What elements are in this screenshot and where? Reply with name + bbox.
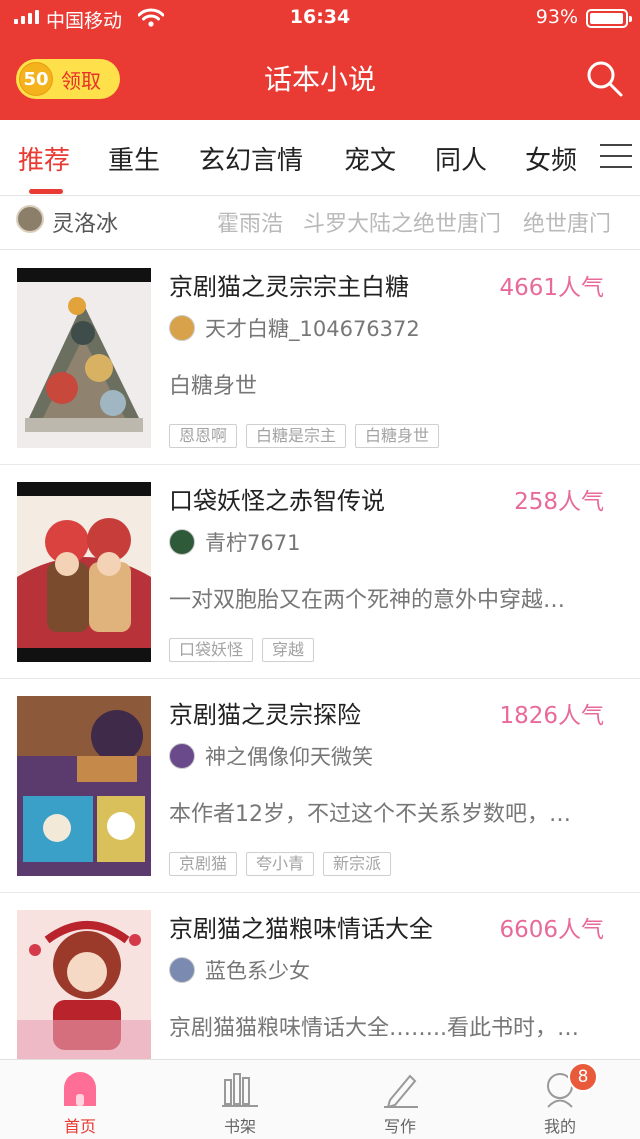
app-title: 话本小说: [263, 63, 376, 96]
tab-rebirth[interactable]: 重生: [108, 140, 160, 177]
pen-icon: [384, 1074, 418, 1108]
popularity-count: 1826人气: [499, 703, 604, 729]
popularity-count: 258人气: [514, 489, 604, 515]
nav-bookshelf-label: 书架: [223, 1117, 256, 1136]
book-author[interactable]: 神之偶像仰天微笑: [205, 741, 373, 771]
popularity-count: 6606人气: [499, 917, 604, 943]
tag[interactable]: 白糖是宗主: [246, 424, 347, 448]
book-item[interactable]: 京剧猫之灵宗宗主白糖 4661人气 天才白糖_104676372 白糖身世 恩恩…: [0, 251, 640, 465]
author-strip: 灵洛冰 霍雨浩 斗罗大陆之绝世唐门 绝世唐门: [0, 196, 640, 250]
tag[interactable]: 口袋妖怪: [169, 638, 254, 662]
tab-recommended[interactable]: 推荐: [18, 140, 70, 177]
tab-fantasy-romance[interactable]: 玄幻言情: [199, 140, 303, 177]
tab-fanfiction[interactable]: 同人: [435, 140, 487, 177]
nav-home[interactable]: 首页: [0, 1060, 160, 1139]
book-description: 白糖身世: [169, 374, 258, 399]
active-tab-indicator: [29, 189, 63, 194]
book-item[interactable]: 口袋妖怪之赤智传说 258人气 青柠7671 一对双胞胎又在两个死神的意外中穿越…: [0, 465, 640, 679]
avatar: [169, 529, 195, 555]
tab-female-channel[interactable]: 女频: [525, 140, 577, 177]
book-description: 本作者12岁，不过这个不关系岁数吧，…: [169, 802, 571, 827]
bottom-nav: 首页 书架 写作 8 我的: [0, 1059, 640, 1139]
book-cover[interactable]: [17, 268, 151, 448]
book-title: 京剧猫之猫粮味情话大全: [169, 915, 433, 943]
nav-bookshelf[interactable]: 书架: [160, 1060, 320, 1139]
nav-write-label: 写作: [383, 1117, 416, 1136]
tab-pet-romance[interactable]: 宠文: [344, 140, 396, 177]
nav-profile-label: 我的: [543, 1117, 576, 1136]
avatar: [169, 957, 195, 983]
search-icon[interactable]: [584, 58, 624, 98]
menu-icon[interactable]: [600, 144, 632, 172]
tag[interactable]: 新宗派: [323, 852, 392, 876]
nav-profile[interactable]: 8 我的: [480, 1060, 640, 1139]
book-tags: 恩恩啊 白糖是宗主 白糖身世: [169, 424, 440, 448]
notification-badge: 8: [568, 1062, 598, 1092]
book-item[interactable]: 京剧猫之灵宗探险 1826人气 神之偶像仰天微笑 本作者12岁，不过这个不关系岁…: [0, 679, 640, 893]
book-cover[interactable]: [17, 696, 151, 876]
book-author[interactable]: 蓝色系少女: [205, 955, 310, 985]
nav-home-label: 首页: [63, 1117, 96, 1136]
tag[interactable]: 穿越: [262, 638, 315, 662]
bookshelf-icon: [222, 1073, 258, 1107]
tag[interactable]: 夸小青: [246, 852, 315, 876]
battery-icon: [586, 9, 632, 28]
nav-write[interactable]: 写作: [320, 1060, 480, 1139]
book-tags: 京剧猫 夸小青 新宗派: [169, 852, 392, 876]
book-description: 一对双胞胎又在两个死神的意外中穿越…: [169, 588, 566, 613]
home-icon: [64, 1072, 96, 1106]
status-bar: 中国移动 16:34 93%: [0, 0, 640, 36]
tag[interactable]: 恩恩啊: [169, 424, 238, 448]
tag[interactable]: 白糖身世: [355, 424, 440, 448]
avatar: [169, 743, 195, 769]
book-author[interactable]: 天才白糖_104676372: [205, 313, 420, 343]
top-bar: 中国移动 16:34 93% 50 领取 话本小说: [0, 0, 640, 120]
book-title: 京剧猫之灵宗探险: [169, 701, 361, 729]
author-link[interactable]: 斗罗大陆之绝世唐门: [303, 206, 501, 238]
book-author[interactable]: 青柠7671: [205, 527, 300, 557]
tag[interactable]: 京剧猫: [169, 852, 238, 876]
author-link[interactable]: 绝世唐门: [523, 206, 611, 238]
author-current[interactable]: 灵洛冰: [52, 206, 118, 238]
book-title: 口袋妖怪之赤智传说: [169, 487, 385, 515]
category-tabs: 推荐 重生 玄幻言情 宠文 同人 女频: [0, 120, 640, 196]
author-link[interactable]: 霍雨浩: [217, 206, 283, 238]
battery-percent: 93%: [535, 6, 578, 28]
avatar[interactable]: [16, 205, 44, 233]
book-tags: 口袋妖怪 穿越: [169, 638, 315, 662]
book-title: 京剧猫之灵宗宗主白糖: [169, 273, 409, 301]
book-description: 京剧猫猫粮味情话大全……..看此书时，…: [169, 1016, 579, 1041]
avatar: [169, 315, 195, 341]
book-cover[interactable]: [17, 482, 151, 662]
popularity-count: 4661人气: [499, 275, 604, 301]
